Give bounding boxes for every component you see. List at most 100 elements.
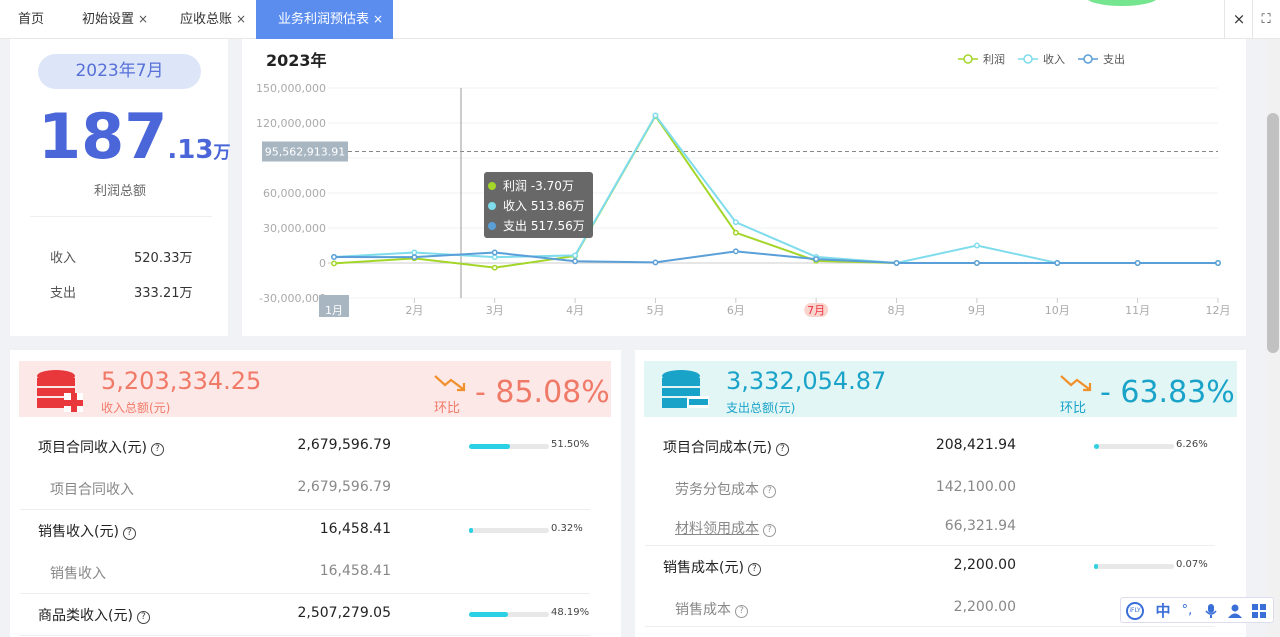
x-tick-label: 6月 xyxy=(727,304,745,317)
punctuation-icon[interactable]: °, xyxy=(1177,598,1197,624)
divider xyxy=(1224,0,1225,39)
huanbi-value: - 85.08% xyxy=(475,375,610,410)
help-icon[interactable]: ? xyxy=(763,524,776,537)
expense-total-label: 支出总额(元) xyxy=(726,401,796,415)
month-selector[interactable]: 2023年7月 xyxy=(38,54,201,89)
grid-menu-icon[interactable] xyxy=(1249,598,1269,624)
data-point xyxy=(893,260,900,266)
legend-marker xyxy=(963,54,973,64)
sub-row-label: 劳务分包成本? xyxy=(675,479,776,499)
tab-profit-estimate[interactable]: 业务利润预估表 × xyxy=(256,0,393,39)
progress-bar xyxy=(469,444,549,449)
data-point xyxy=(1134,260,1141,266)
x-tick-label: 7月 xyxy=(807,304,825,317)
help-icon[interactable]: ? xyxy=(136,611,150,624)
user-icon[interactable] xyxy=(1225,598,1245,624)
progress-percent: 48.19% xyxy=(551,607,590,618)
database-minus-icon xyxy=(662,370,709,408)
legend-label: 收入 xyxy=(1043,52,1065,66)
progress-bar xyxy=(469,612,549,617)
row-label: 项目合同成本(元)? xyxy=(663,437,789,457)
x-tick-label: 3月 xyxy=(486,304,504,317)
chart-grid: 150,000,000 120,000,000 60,000,000 30,000,0… xyxy=(256,82,1231,317)
data-point xyxy=(572,252,579,259)
help-icon[interactable]: ? xyxy=(775,443,789,456)
progress-percent: 51.50% xyxy=(551,439,590,450)
row-label: 商品类收入(元)? xyxy=(38,605,150,625)
tab-receivables-ledger[interactable]: 应收总账 × xyxy=(170,0,256,39)
data-point xyxy=(813,256,820,263)
tooltip-marker xyxy=(488,222,496,230)
y-tick-label: -30,000,000 xyxy=(259,292,326,305)
series-line-2 xyxy=(333,250,1218,264)
progress-bar xyxy=(1094,564,1174,569)
help-icon[interactable]: ? xyxy=(122,527,136,540)
close-icon[interactable]: × xyxy=(236,12,246,26)
tab-initial-settings[interactable]: 初始设置 × xyxy=(72,0,158,39)
profit-integer: 187 xyxy=(38,100,168,173)
row-divider xyxy=(20,509,590,510)
ime-toolbar: iFLY 中 °, xyxy=(1120,597,1274,623)
y-tick-label: 150,000,000 xyxy=(256,82,326,95)
income-banner: 5,203,334.25 收入总额(元) 环比 - 85.08% xyxy=(19,361,611,417)
help-icon[interactable]: ? xyxy=(735,605,748,618)
fullscreen-icon[interactable]: ⛶ xyxy=(1253,0,1279,39)
chart-legend[interactable]: 利润 收入 支出 xyxy=(958,52,1125,66)
x-tick-label: 5月 xyxy=(646,304,664,317)
ifly-logo-icon[interactable]: iFLY xyxy=(1124,598,1146,624)
profit-total: 187.13万 xyxy=(38,100,230,173)
line-chart[interactable]: 2023年 利润 收入 支出 150,000,000 120,000,000 60,00… xyxy=(242,39,1246,336)
tooltip-marker xyxy=(488,202,496,210)
microphone-icon[interactable] xyxy=(1201,598,1221,624)
row-label: 项目合同收入(元)? xyxy=(38,437,164,457)
income-value: 520.33万 xyxy=(134,251,193,266)
row-value: 208,421.94 xyxy=(935,437,1016,453)
x-tick-label: 2月 xyxy=(405,304,423,317)
scrollbar-thumb[interactable] xyxy=(1267,113,1279,353)
x-tick-label: 9月 xyxy=(968,304,986,317)
expense-total: 3,332,054.87 xyxy=(726,367,887,395)
series-line-1 xyxy=(333,113,1218,265)
tooltip-marker xyxy=(488,182,496,190)
data-point xyxy=(572,258,579,265)
data-point xyxy=(491,254,498,261)
help-icon[interactable]: ? xyxy=(747,563,761,576)
progress-bar xyxy=(1094,444,1174,449)
tab-home[interactable]: 首页 xyxy=(0,0,62,39)
progress-fill xyxy=(469,444,511,449)
help-icon[interactable]: ? xyxy=(150,443,164,456)
close-all-icon[interactable]: × xyxy=(1226,0,1252,39)
tab-label: 应收总账 xyxy=(180,12,233,27)
row-value: 2,200.00 xyxy=(953,557,1016,573)
data-point xyxy=(652,259,659,266)
data-point xyxy=(973,242,980,249)
tooltip-text: 收入 513.86万 xyxy=(503,199,585,213)
income-label: 收入 xyxy=(50,251,77,266)
profit-label: 利润总额 xyxy=(93,184,146,199)
marker-label: 95,562,913.91 xyxy=(265,146,345,159)
expense-label: 支出 xyxy=(50,286,77,301)
expense-banner: 3,332,054.87 支出总额(元) 环比 - 63.83% xyxy=(644,361,1237,417)
data-point xyxy=(411,249,418,256)
x-tick-label: 1月 xyxy=(325,304,343,317)
profit-decimal: .13 xyxy=(167,135,214,165)
huanbi-value: - 63.83% xyxy=(1100,375,1235,410)
help-icon[interactable]: ? xyxy=(763,485,776,498)
sub-row-value: 2,679,596.79 xyxy=(297,479,391,495)
progress-bar xyxy=(469,528,549,533)
progress-fill xyxy=(469,528,473,533)
database-plus-icon xyxy=(37,370,83,412)
tooltip-text: 支出 517.56万 xyxy=(503,219,585,233)
data-point xyxy=(1054,260,1061,266)
close-icon[interactable]: × xyxy=(373,12,383,26)
expense-value: 333.21万 xyxy=(134,286,193,301)
data-point xyxy=(732,229,739,236)
row-label: 销售成本(元)? xyxy=(663,557,761,577)
progress-percent: 6.26% xyxy=(1176,439,1208,450)
y-tick-label: 120,000,000 xyxy=(256,117,326,130)
row-value: 2,507,279.05 xyxy=(297,605,391,621)
sub-row-label: 项目合同收入 xyxy=(50,482,134,498)
progress-percent: 0.32% xyxy=(551,523,583,534)
chinese-mode-toggle[interactable]: 中 xyxy=(1153,598,1173,624)
close-icon[interactable]: × xyxy=(138,12,148,26)
